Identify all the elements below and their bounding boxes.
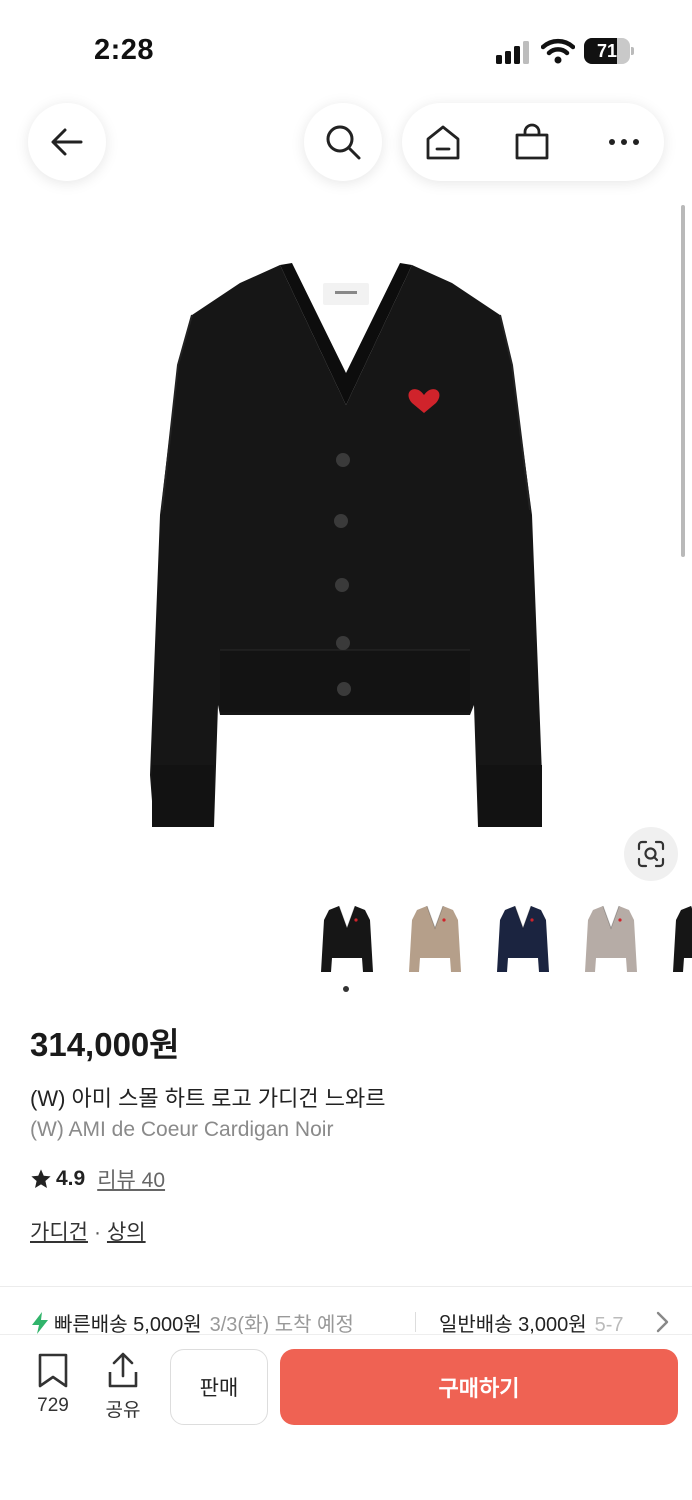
fast-delivery-option[interactable]: 빠른배송 5,000원 3/3(화) 도착 예정 xyxy=(30,1308,354,1337)
shipping-divider xyxy=(415,1312,416,1332)
back-button[interactable] xyxy=(28,103,106,181)
scrollbar[interactable] xyxy=(681,205,685,557)
fast-delivery-eta: 3/3(화) 도착 예정 xyxy=(209,1314,354,1336)
battery-indicator: 71 xyxy=(584,38,634,64)
share-icon xyxy=(108,1352,138,1388)
image-search-button[interactable] xyxy=(624,827,678,881)
product-price: 314,000원 xyxy=(30,1026,180,1063)
wishlist-button[interactable]: 729 xyxy=(28,1352,78,1417)
color-option-thumbnail[interactable] xyxy=(312,900,382,980)
carousel-indicator xyxy=(343,986,349,992)
normal-delivery-eta: 5-7 xyxy=(594,1314,624,1336)
product-title: (W) 아미 스몰 하트 로고 가디건 느와르 xyxy=(30,1086,386,1111)
color-option-thumbnail[interactable] xyxy=(576,900,646,980)
category-link-cardigan[interactable]: 가디건 xyxy=(30,1221,88,1244)
normal-delivery-label: 일반배송 3,000원 xyxy=(439,1314,587,1336)
more-button[interactable] xyxy=(604,122,644,162)
bookmark-icon xyxy=(38,1353,68,1388)
lightning-icon xyxy=(32,1311,48,1334)
nav-actions-group xyxy=(402,103,664,181)
normal-delivery-option[interactable]: 일반배송 3,000원 5-7 xyxy=(439,1308,624,1337)
status-bar: 2:28 71 xyxy=(0,0,692,100)
home-icon xyxy=(426,125,460,160)
wifi-icon xyxy=(541,38,575,64)
color-option-thumbnail[interactable] xyxy=(488,900,558,980)
category-separator: · xyxy=(93,1221,101,1244)
cellular-signal-icon xyxy=(496,41,529,64)
share-label: 공유 xyxy=(105,1400,141,1421)
wishlist-count: 729 xyxy=(37,1395,69,1416)
divider xyxy=(0,1286,692,1287)
cart-button[interactable] xyxy=(512,122,552,162)
buy-button[interactable]: 구매하기 xyxy=(280,1349,678,1425)
arrow-left-icon xyxy=(51,128,83,156)
home-button[interactable] xyxy=(423,122,463,162)
product-image[interactable] xyxy=(140,255,552,835)
search-button[interactable] xyxy=(304,103,382,181)
lens-scan-icon xyxy=(637,840,665,868)
share-button[interactable]: 공유 xyxy=(98,1352,148,1422)
fast-delivery-label: 빠른배송 5,000원 xyxy=(54,1314,202,1336)
shipping-more-button[interactable] xyxy=(650,1310,674,1334)
sell-button[interactable]: 판매 xyxy=(170,1349,268,1425)
shopping-bag-icon xyxy=(515,123,549,160)
rating-row: 4.9 리뷰 40 xyxy=(30,1165,165,1193)
star-icon xyxy=(31,1169,51,1188)
battery-level: 71 xyxy=(596,41,618,61)
more-horizontal-icon xyxy=(609,139,639,145)
product-subtitle: (W) AMI de Coeur Cardigan Noir xyxy=(30,1118,334,1141)
rating-value: 4.9 xyxy=(56,1167,86,1190)
category-breadcrumb: 가디건 · 상의 xyxy=(30,1216,146,1246)
color-option-thumbnail[interactable] xyxy=(664,900,692,980)
search-icon xyxy=(326,125,361,160)
chevron-right-icon xyxy=(656,1311,669,1333)
color-option-thumbnail[interactable] xyxy=(400,900,470,980)
category-link-tops[interactable]: 상의 xyxy=(107,1221,146,1244)
status-time: 2:28 xyxy=(94,34,155,66)
review-link[interactable]: 리뷰 40 xyxy=(97,1164,165,1194)
